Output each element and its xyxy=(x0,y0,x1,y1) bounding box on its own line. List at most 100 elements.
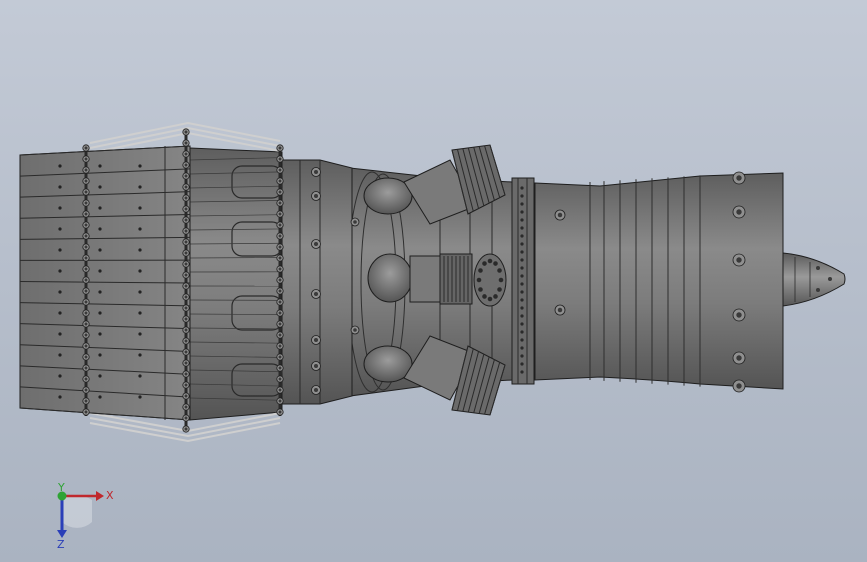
bolt-hole xyxy=(278,146,282,150)
flange-bolt xyxy=(520,210,524,214)
bolt-hole xyxy=(736,355,742,361)
bolt-hole xyxy=(313,291,319,297)
bolt-hole xyxy=(736,175,742,181)
bolt-hole xyxy=(184,372,188,376)
bolt-hole xyxy=(278,212,282,216)
flap-rivet xyxy=(138,374,142,378)
bolt-hole xyxy=(736,383,742,389)
bolt-hole xyxy=(278,190,282,194)
bolt-hole xyxy=(278,234,282,238)
flap-rivet xyxy=(138,164,142,168)
bolt-hole xyxy=(184,317,188,321)
bolt-hole xyxy=(84,234,88,238)
bolt-hole xyxy=(184,328,188,332)
bolt-hole xyxy=(184,163,188,167)
bolt-hole xyxy=(278,410,282,414)
flap-rivet xyxy=(58,353,62,357)
flange-bolt xyxy=(520,234,524,238)
bolt-hole xyxy=(736,209,742,215)
flap-rivet xyxy=(98,269,102,273)
flange-bolt xyxy=(520,194,524,198)
flap-rivet xyxy=(58,206,62,210)
exhaust-nozzle[interactable] xyxy=(19,145,191,421)
bolt-hole xyxy=(84,322,88,326)
flange-bolt xyxy=(520,298,524,302)
flange-bolt xyxy=(520,322,524,326)
flap-rivet xyxy=(58,332,62,336)
bolt-hole xyxy=(84,157,88,161)
can-bolt xyxy=(478,287,483,292)
bolt-hole xyxy=(184,229,188,233)
flap-rivet xyxy=(138,248,142,252)
flap-rivet xyxy=(138,311,142,315)
bolt-hole xyxy=(736,312,742,318)
bolt-hole xyxy=(84,223,88,227)
flange-bolt xyxy=(520,330,524,334)
bolt-hole xyxy=(84,278,88,282)
compressor-casing[interactable] xyxy=(534,171,784,393)
bolt-hole xyxy=(84,399,88,403)
flap-rivet xyxy=(98,206,102,210)
can-bolt xyxy=(497,268,502,273)
bolt-hole xyxy=(278,201,282,205)
bolt-hole xyxy=(184,295,188,299)
combustion-can-middle[interactable] xyxy=(367,253,507,307)
bolt-hole xyxy=(84,388,88,392)
flap-rivet xyxy=(98,395,102,399)
bolt-hole xyxy=(184,405,188,409)
bolt-hole xyxy=(278,388,282,392)
bolt-hole xyxy=(84,333,88,337)
flange-bolt xyxy=(520,202,524,206)
bolt-hole xyxy=(278,399,282,403)
turbine-housing[interactable] xyxy=(281,159,360,405)
bolt-hole xyxy=(278,300,282,304)
bolt-hole xyxy=(184,383,188,387)
bolt-hole xyxy=(313,169,319,175)
bolt-hole xyxy=(184,350,188,354)
bolt-hole xyxy=(353,220,357,224)
flange-bolt xyxy=(520,274,524,278)
bolt-hole xyxy=(84,267,88,271)
can-bolt xyxy=(476,277,482,283)
bolt-hole xyxy=(184,196,188,200)
bolt-hole xyxy=(184,262,188,266)
flange-bolt xyxy=(520,226,524,230)
flap-rivet xyxy=(138,290,142,294)
flap-rivet xyxy=(98,185,102,189)
flap-rivet xyxy=(58,290,62,294)
flap-rivet xyxy=(98,248,102,252)
coordinate-triad: X Y Z xyxy=(57,481,114,548)
bolt-hole xyxy=(557,307,563,313)
bolt-hole xyxy=(184,251,188,255)
bolt-hole xyxy=(84,168,88,172)
can-bolt xyxy=(482,261,487,266)
afterburner-duct[interactable] xyxy=(189,147,283,421)
bolt-hole xyxy=(84,355,88,359)
flap-rivet xyxy=(138,269,142,273)
bolt-hole xyxy=(313,337,319,343)
engine-model[interactable] xyxy=(0,0,867,562)
bolt-hole xyxy=(313,387,319,393)
mid-flange[interactable] xyxy=(511,177,535,385)
can-bolt xyxy=(493,261,498,266)
bolt-hole xyxy=(278,278,282,282)
flap-rivet xyxy=(138,395,142,399)
flap-rivet xyxy=(58,185,62,189)
bolt-hole xyxy=(184,141,188,145)
nose-cone[interactable] xyxy=(782,252,846,307)
bolt-hole xyxy=(313,241,319,247)
flap-rivet xyxy=(138,353,142,357)
flange-bolt xyxy=(520,266,524,270)
flap-rivet xyxy=(98,311,102,315)
cad-graphics-viewport[interactable]: X Y Z xyxy=(0,0,867,562)
bolt-hole xyxy=(313,363,319,369)
bolt-hole xyxy=(557,212,563,218)
bolt-hole xyxy=(184,185,188,189)
flap-rivet xyxy=(98,374,102,378)
bolt-hole xyxy=(184,152,188,156)
bolt-hole xyxy=(184,240,188,244)
flap-rivet xyxy=(58,311,62,315)
bolt-hole xyxy=(278,223,282,227)
bolt-hole xyxy=(736,257,742,263)
bolt-hole xyxy=(184,218,188,222)
